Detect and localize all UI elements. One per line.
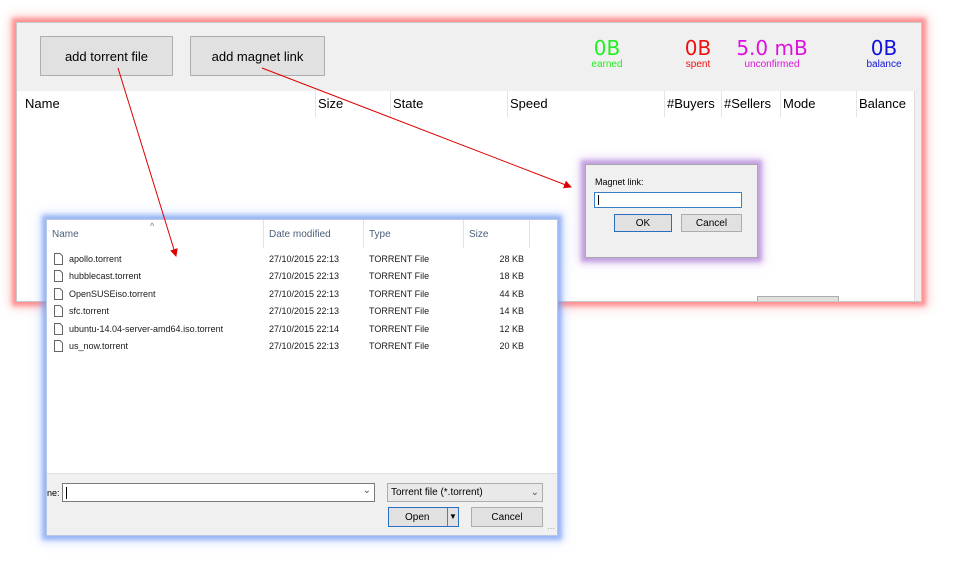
unconfirmed-value: 5.0 mB (736, 36, 808, 60)
file-icon (54, 340, 63, 352)
add-torrent-file-button[interactable]: add torrent file (40, 36, 173, 76)
file-type: TORRENT File (369, 306, 430, 316)
magnet-cancel-button[interactable]: Cancel (681, 214, 742, 232)
open-button-label: Open (405, 511, 430, 523)
file-date: 27/10/2015 22:13 (269, 306, 340, 316)
text-caret (66, 487, 67, 499)
file-type: TORRENT File (369, 289, 430, 299)
sort-ascending-icon: ^ (150, 221, 155, 231)
file-date: 27/10/2015 22:14 (269, 324, 340, 334)
file-name: ubuntu-14.04-server-amd64.iso.torrent (69, 324, 224, 334)
column-name[interactable]: Name (23, 91, 315, 117)
magnet-link-label: Magnet link: (595, 177, 644, 187)
earned-label: earned (591, 59, 623, 70)
spent-stat: 0B spent (673, 37, 723, 71)
column-balance[interactable]: Balance (856, 91, 914, 117)
file-dialog-footer: ne: ⌄ Torrent file (*.torrent) ⌄ Open ▼ … (47, 473, 557, 535)
file-type-filter-value: Torrent file (*.torrent) (391, 487, 483, 498)
file-icon (54, 253, 63, 265)
file-type-filter[interactable]: Torrent file (*.torrent) ⌄ (387, 483, 543, 502)
file-name: us_now.torrent (69, 341, 129, 351)
file-name-input[interactable]: ⌄ (62, 483, 375, 502)
file-size: 44 KB (499, 289, 524, 299)
column-buyers[interactable]: #Buyers (664, 91, 721, 117)
file-name: sfc.torrent (69, 306, 110, 316)
file-size: 20 KB (499, 341, 524, 351)
torrent-list-header: Name Size State Speed #Buyers #Sellers M… (17, 91, 921, 117)
file-size: 12 KB (499, 324, 524, 334)
spent-label: spent (685, 59, 711, 70)
file-type: TORRENT File (369, 341, 430, 351)
file-type: TORRENT File (369, 254, 430, 264)
file-icon (54, 288, 63, 300)
file-date: 27/10/2015 22:13 (269, 341, 340, 351)
file-cancel-button[interactable]: Cancel (471, 507, 543, 527)
file-row[interactable]: apollo.torrent 27/10/2015 22:13 TORRENT … (47, 251, 537, 268)
resize-grip-icon[interactable]: ⋯ (547, 524, 555, 533)
file-type: TORRENT File (369, 324, 430, 334)
file-column-size[interactable]: Size (464, 220, 530, 248)
earned-stat: 0B earned (577, 37, 637, 71)
text-caret (598, 195, 599, 205)
balance-value: 0B (870, 36, 898, 60)
magnet-link-dialog: Magnet link: OK Cancel (585, 164, 758, 258)
file-size: 14 KB (499, 306, 524, 316)
file-row[interactable]: sfc.torrent 27/10/2015 22:13 TORRENT Fil… (47, 303, 537, 320)
magnet-ok-button[interactable]: OK (614, 214, 672, 232)
file-column-type[interactable]: Type (364, 220, 464, 248)
balance-label: balance (866, 59, 902, 70)
file-row[interactable]: ubuntu-14.04-server-amd64.iso.torrent 27… (47, 321, 537, 338)
file-name: OpenSUSEiso.torrent (69, 289, 156, 299)
file-size: 18 KB (499, 271, 524, 281)
open-dropdown-arrow-icon[interactable]: ▼ (447, 508, 458, 526)
file-icon (54, 270, 63, 282)
column-sellers[interactable]: #Sellers (721, 91, 780, 117)
file-open-dialog: Name ^ Date modified Type Size apollo.to… (46, 219, 558, 536)
chevron-down-icon[interactable]: ⌄ (363, 485, 371, 496)
partially-hidden-button[interactable] (757, 296, 839, 301)
unconfirmed-label: unconfirmed (744, 59, 800, 70)
file-date: 27/10/2015 22:13 (269, 254, 340, 264)
column-mode[interactable]: Mode (780, 91, 856, 117)
magnet-link-input[interactable] (594, 192, 742, 208)
file-icon (54, 323, 63, 335)
file-size: 28 KB (499, 254, 524, 264)
file-row[interactable]: OpenSUSEiso.torrent 27/10/2015 22:13 TOR… (47, 286, 537, 303)
file-name-label: ne: (47, 488, 60, 498)
file-date: 27/10/2015 22:13 (269, 289, 340, 299)
spent-value: 0B (684, 36, 712, 60)
file-column-name[interactable]: Name (47, 220, 264, 248)
file-row[interactable]: hubblecast.torrent 27/10/2015 22:13 TORR… (47, 268, 537, 285)
file-column-date[interactable]: Date modified (264, 220, 364, 248)
column-speed[interactable]: Speed (507, 91, 664, 117)
toolbar: add torrent file add magnet link 0B earn… (17, 23, 921, 92)
earned-value: 0B (593, 36, 621, 60)
vertical-scrollbar[interactable] (914, 91, 921, 301)
column-state[interactable]: State (390, 91, 507, 117)
add-magnet-link-button[interactable]: add magnet link (190, 36, 325, 76)
file-icon (54, 305, 63, 317)
balance-stat: 0B balance (857, 37, 911, 71)
chevron-down-icon[interactable]: ⌄ (531, 484, 539, 501)
column-size[interactable]: Size (315, 91, 390, 117)
file-name: hubblecast.torrent (69, 271, 142, 281)
file-type: TORRENT File (369, 271, 430, 281)
file-date: 27/10/2015 22:13 (269, 271, 340, 281)
file-list-header: Name ^ Date modified Type Size (47, 220, 557, 248)
unconfirmed-stat: 5.0 mB unconfirmed (730, 37, 814, 71)
file-row[interactable]: us_now.torrent 27/10/2015 22:13 TORRENT … (47, 338, 537, 355)
file-name: apollo.torrent (69, 254, 122, 264)
